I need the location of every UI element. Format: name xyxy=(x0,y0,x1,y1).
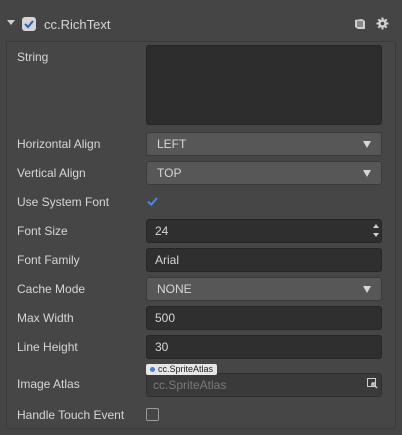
handle-touch-event-checkbox[interactable] xyxy=(146,408,159,421)
dropdown-arrow-icon xyxy=(363,170,371,177)
font-size-value: 24 xyxy=(155,224,169,238)
max-width-label: Max Width xyxy=(17,311,74,325)
component-enable-checkbox[interactable] xyxy=(22,17,36,31)
asset-locate-icon[interactable] xyxy=(367,378,378,389)
vertical-align-label: Vertical Align xyxy=(17,166,86,180)
chevron-down-icon[interactable] xyxy=(7,20,15,25)
dropdown-arrow-icon xyxy=(363,286,371,293)
line-height-input[interactable]: 30 xyxy=(146,335,382,359)
asset-dot-icon xyxy=(150,367,155,372)
asset-type-label: cc.SpriteAtlas xyxy=(158,364,214,374)
cache-mode-value: NONE xyxy=(157,282,192,296)
max-width-input[interactable]: 500 xyxy=(146,306,382,330)
horizontal-align-value: LEFT xyxy=(157,137,187,151)
horizontal-align-label: Horizontal Align xyxy=(17,137,101,151)
asset-type-tag: cc.SpriteAtlas xyxy=(146,364,218,375)
image-atlas-asset-field[interactable]: cc.SpriteAtlas xyxy=(146,373,382,397)
use-system-font-label: Use System Font xyxy=(17,195,110,209)
stepper-down-icon[interactable] xyxy=(373,233,379,237)
checkmark-icon xyxy=(24,20,34,29)
component-title: cc.RichText xyxy=(44,17,111,32)
handle-touch-event-label: Handle Touch Event xyxy=(17,408,125,422)
cache-mode-select[interactable]: NONE xyxy=(146,277,382,301)
font-family-input[interactable]: Arial xyxy=(146,248,382,272)
gear-icon[interactable] xyxy=(376,17,389,30)
checkmark-icon xyxy=(147,197,158,207)
image-atlas-label: Image Atlas xyxy=(17,377,80,391)
dropdown-arrow-icon xyxy=(363,141,371,148)
font-size-label: Font Size xyxy=(17,224,68,238)
font-family-label: Font Family xyxy=(17,253,80,267)
vertical-align-value: TOP xyxy=(157,166,182,180)
stepper-up-icon[interactable] xyxy=(373,224,379,228)
string-textarea[interactable] xyxy=(146,45,382,125)
use-system-font-checkbox[interactable] xyxy=(146,195,159,208)
font-size-input[interactable]: 24 xyxy=(146,219,382,243)
horizontal-align-select[interactable]: LEFT xyxy=(146,132,382,156)
line-height-label: Line Height xyxy=(17,340,78,354)
book-icon[interactable] xyxy=(354,18,366,30)
cache-mode-label: Cache Mode xyxy=(17,282,86,296)
string-label: String xyxy=(17,50,49,64)
font-size-stepper[interactable] xyxy=(371,220,381,242)
vertical-align-select[interactable]: TOP xyxy=(146,161,382,185)
